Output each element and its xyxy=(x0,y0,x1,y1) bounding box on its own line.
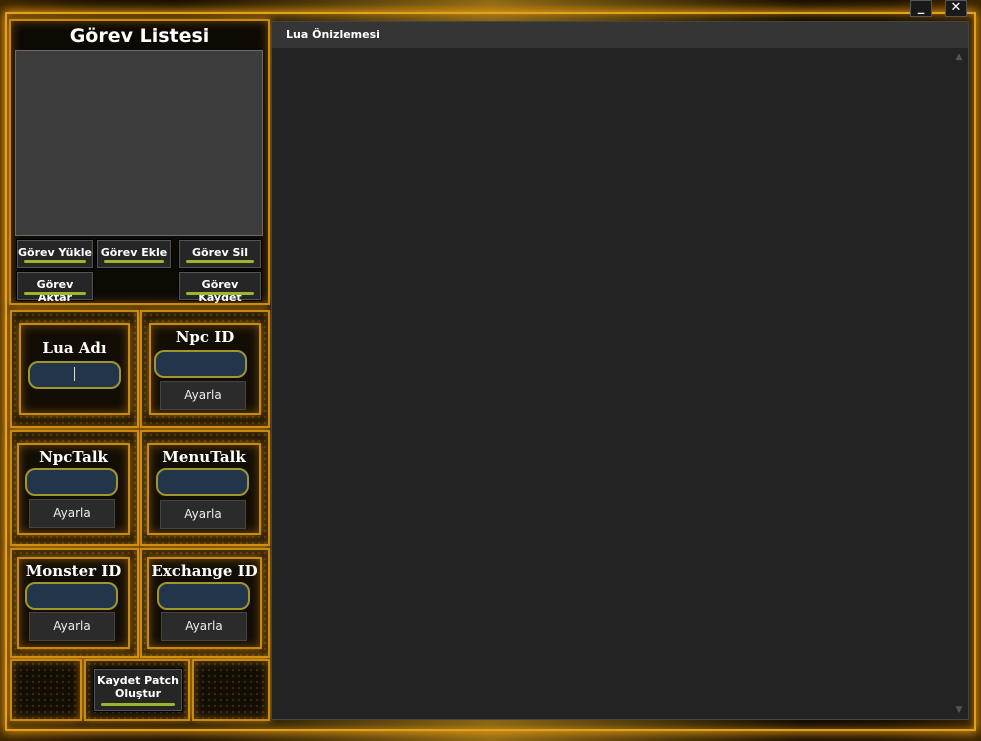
menu-talk-box: MenuTalk Ayarla xyxy=(147,443,261,535)
lua-preview-text[interactable] xyxy=(272,48,950,719)
npc-id-title: Npc ID xyxy=(175,328,235,346)
lua-preview-scrollbar[interactable]: ▲ ▼ xyxy=(952,50,966,717)
npc-talk-input[interactable] xyxy=(25,468,118,496)
monster-id-set-button[interactable]: Ayarla xyxy=(29,612,115,641)
quest-transfer-button[interactable]: Görev Aktar xyxy=(17,272,93,304)
npc-id-box: Npc ID Ayarla xyxy=(149,323,261,415)
lua-name-box: Lua Adı xyxy=(19,323,130,415)
menu-talk-title: MenuTalk xyxy=(162,448,246,466)
npc-id-input[interactable] xyxy=(154,350,247,378)
save-patch-panel: Kaydet Patch Oluştur xyxy=(84,659,190,721)
close-button[interactable]: ✕ xyxy=(945,0,967,17)
npc-talk-title: NpcTalk xyxy=(39,448,108,466)
quest-add-button[interactable]: Görev Ekle xyxy=(97,240,171,268)
close-icon: ✕ xyxy=(950,0,962,15)
exchange-id-title: Exchange ID xyxy=(151,562,258,580)
npc-id-panel: Npc ID Ayarla xyxy=(140,310,270,428)
bottom-right-decor xyxy=(192,659,270,721)
monster-id-input[interactable] xyxy=(25,582,118,610)
save-patch-button[interactable]: Kaydet Patch Oluştur xyxy=(94,669,182,711)
scroll-up-icon[interactable]: ▲ xyxy=(952,50,966,64)
exchange-id-box: Exchange ID Ayarla xyxy=(147,557,262,649)
npc-id-set-button[interactable]: Ayarla xyxy=(160,381,246,410)
menu-talk-input[interactable] xyxy=(156,468,249,496)
quest-delete-button[interactable]: Görev Sil xyxy=(179,240,261,268)
scroll-down-icon[interactable]: ▼ xyxy=(952,703,966,717)
menu-talk-set-button[interactable]: Ayarla xyxy=(160,500,246,529)
exchange-id-set-button[interactable]: Ayarla xyxy=(161,612,247,641)
lua-preview-title: Lua Önizlemesi xyxy=(272,22,968,48)
exchange-id-panel: Exchange ID Ayarla xyxy=(140,548,270,658)
monster-id-title: Monster ID xyxy=(25,562,122,580)
npc-talk-set-button[interactable]: Ayarla xyxy=(29,499,115,528)
npc-talk-box: NpcTalk Ayarla xyxy=(17,443,130,535)
minimize-icon: _ xyxy=(917,0,925,15)
quest-list-title: Görev Listesi xyxy=(69,25,210,47)
monster-id-box: Monster ID Ayarla xyxy=(17,557,130,649)
menu-talk-panel: MenuTalk Ayarla xyxy=(140,430,270,546)
quest-save-button[interactable]: Görev Kaydet xyxy=(179,272,261,304)
lua-name-input[interactable] xyxy=(28,361,121,389)
lua-name-panel: Lua Adı xyxy=(10,310,139,428)
exchange-id-input[interactable] xyxy=(157,582,250,610)
quest-listbox[interactable] xyxy=(15,50,263,236)
text-caret xyxy=(74,367,75,381)
quest-load-button[interactable]: Görev Yükle xyxy=(17,240,93,268)
lua-name-title: Lua Adı xyxy=(42,339,107,357)
bottom-left-decor xyxy=(10,659,82,721)
lua-preview-panel: Lua Önizlemesi ▲ ▼ xyxy=(271,21,969,720)
npc-talk-panel: NpcTalk Ayarla xyxy=(10,430,139,546)
minimize-button[interactable]: _ xyxy=(910,0,932,17)
quest-list-panel: Görev Listesi Görev Yükle Görev Ekle Gör… xyxy=(9,19,270,305)
monster-id-panel: Monster ID Ayarla xyxy=(10,548,139,658)
